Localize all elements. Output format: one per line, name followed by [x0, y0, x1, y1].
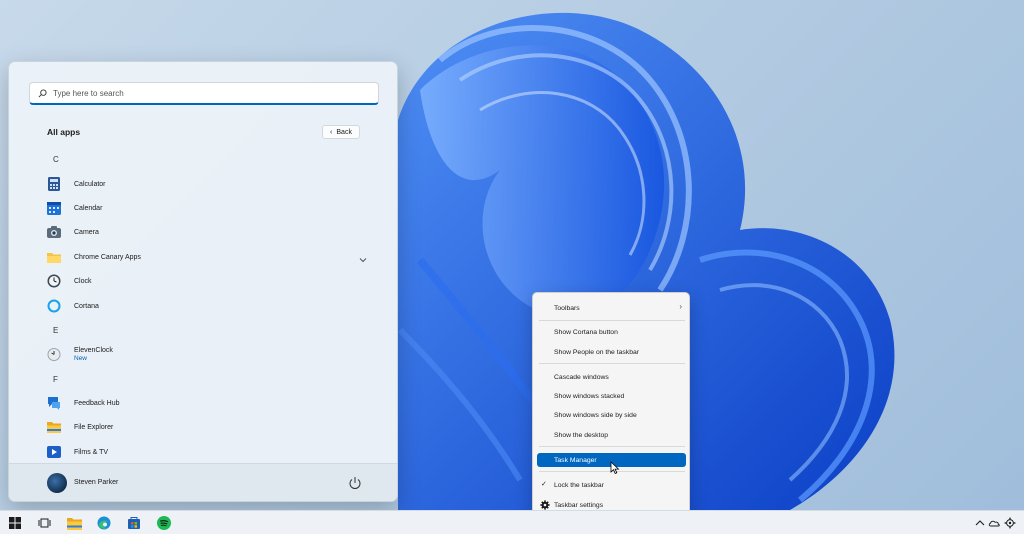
- app-item-chrome-canary-apps[interactable]: Chrome Canary Apps: [47, 247, 367, 267]
- letter-header-e[interactable]: E: [53, 326, 58, 335]
- taskbar-spotify[interactable]: [155, 514, 173, 532]
- power-icon[interactable]: [348, 476, 362, 490]
- menu-item-label: Show windows side by side: [554, 411, 637, 419]
- films-tv-icon: [47, 445, 61, 459]
- back-button-label: Back: [336, 128, 352, 136]
- menu-item-label: Task Manager: [554, 456, 597, 464]
- menu-item-toolbars[interactable]: Toolbars ›: [537, 301, 686, 315]
- menu-item-show-windows-stacked[interactable]: Show windows stacked: [537, 389, 686, 403]
- desktop[interactable]: All apps ‹ Back C Calculator Calendar: [0, 0, 1024, 510]
- menu-item-label: Lock the taskbar: [554, 481, 604, 489]
- search-input[interactable]: [53, 88, 353, 98]
- app-label: Films & TV: [74, 448, 109, 456]
- start-icon: [9, 517, 21, 529]
- onedrive-icon[interactable]: [988, 517, 1000, 529]
- taskbar-context-menu: Toolbars › Show Cortana button Show Peop…: [532, 292, 690, 510]
- feedback-hub-icon: [47, 396, 61, 410]
- file-explorer-icon: [47, 420, 61, 434]
- chevron-down-icon[interactable]: [359, 251, 367, 269]
- task-view-icon: [38, 518, 50, 528]
- back-button[interactable]: ‹ Back: [322, 125, 360, 139]
- menu-item-taskbar-settings[interactable]: Taskbar settings: [537, 498, 686, 510]
- menu-item-label: Show the desktop: [554, 431, 609, 439]
- menu-divider: [539, 446, 685, 447]
- menu-item-label: Show People on the taskbar: [554, 348, 640, 356]
- checkmark-icon: ✓: [541, 481, 547, 488]
- app-label: Camera: [74, 228, 99, 236]
- chevron-up-icon[interactable]: [974, 517, 986, 529]
- start-menu: All apps ‹ Back C Calculator Calendar: [8, 61, 398, 502]
- app-item-films-tv[interactable]: Films & TV: [47, 442, 367, 462]
- letter-header-f[interactable]: F: [53, 375, 58, 384]
- app-label: Clock: [74, 277, 92, 285]
- chevron-right-icon: ›: [679, 302, 682, 311]
- file-explorer-icon: [66, 517, 82, 530]
- task-view-button[interactable]: [35, 514, 53, 532]
- all-apps-title: All apps: [47, 127, 81, 137]
- menu-item-lock-taskbar[interactable]: ✓ Lock the taskbar: [537, 478, 686, 492]
- chevron-left-icon: ‹: [330, 128, 333, 136]
- mouse-cursor-icon: [610, 461, 620, 475]
- app-label: ElevenClock: [74, 346, 113, 354]
- menu-item-show-windows-side-by-side[interactable]: Show windows side by side: [537, 408, 686, 422]
- store-icon: [128, 517, 140, 529]
- letter-header-c[interactable]: C: [53, 155, 59, 164]
- start-footer: Steven Parker: [9, 463, 397, 501]
- taskbar[interactable]: [0, 510, 1024, 534]
- menu-divider: [539, 363, 685, 364]
- gear-icon: [540, 500, 550, 510]
- folder-icon: [47, 250, 61, 264]
- taskbar-store[interactable]: [125, 514, 143, 532]
- calculator-icon: [47, 177, 61, 191]
- app-item-feedback-hub[interactable]: Feedback Hub: [47, 393, 367, 413]
- app-item-calendar[interactable]: Calendar: [47, 198, 367, 218]
- app-item-camera[interactable]: Camera: [47, 222, 367, 242]
- menu-item-label: Taskbar settings: [554, 501, 604, 509]
- menu-divider: [539, 320, 685, 321]
- app-item-clock[interactable]: Clock: [47, 271, 367, 291]
- elevenclock-icon: [47, 347, 61, 361]
- app-item-calculator[interactable]: Calculator: [47, 174, 367, 194]
- app-label: Feedback Hub: [74, 399, 120, 407]
- cortana-icon: [47, 299, 61, 313]
- menu-item-label: Show windows stacked: [554, 392, 625, 400]
- menu-item-label: Show Cortana button: [554, 328, 618, 336]
- taskbar-edge[interactable]: [95, 514, 113, 532]
- menu-item-show-cortana-button[interactable]: Show Cortana button: [537, 325, 686, 339]
- calendar-icon: [47, 201, 61, 215]
- settings-icon[interactable]: [1004, 517, 1016, 529]
- search-icon: [38, 88, 47, 97]
- app-label: Cortana: [74, 302, 99, 310]
- avatar[interactable]: [47, 473, 67, 493]
- menu-item-label: Cascade windows: [554, 373, 609, 381]
- app-label: Calendar: [74, 204, 103, 212]
- menu-item-label: Toolbars: [554, 304, 580, 312]
- start-button[interactable]: [6, 514, 24, 532]
- app-item-cortana[interactable]: Cortana: [47, 296, 367, 316]
- camera-icon: [47, 225, 61, 239]
- taskbar-file-explorer[interactable]: [65, 514, 83, 532]
- search-box[interactable]: [29, 82, 379, 105]
- spotify-icon: [157, 516, 171, 530]
- menu-item-show-people[interactable]: Show People on the taskbar: [537, 345, 686, 359]
- menu-item-cascade-windows[interactable]: Cascade windows: [537, 370, 686, 384]
- app-item-file-explorer[interactable]: File Explorer: [47, 417, 367, 437]
- app-label: Chrome Canary Apps: [74, 253, 141, 261]
- user-name[interactable]: Steven Parker: [74, 479, 118, 486]
- menu-item-show-desktop[interactable]: Show the desktop: [537, 428, 686, 442]
- new-badge: New: [74, 354, 88, 362]
- clock-icon: [47, 274, 61, 288]
- app-label: File Explorer: [74, 423, 114, 431]
- app-label: Calculator: [74, 180, 106, 188]
- app-item-elevenclock[interactable]: ElevenClock New: [47, 344, 367, 364]
- edge-icon: [97, 516, 111, 530]
